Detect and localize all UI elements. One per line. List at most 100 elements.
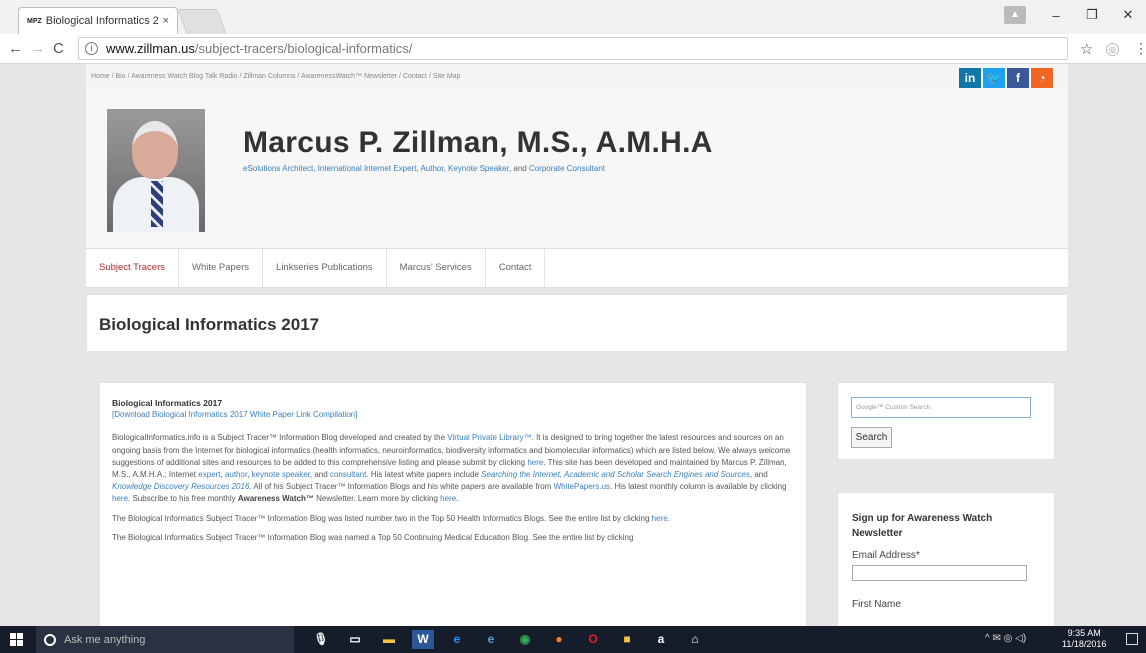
store-icon[interactable]: ⌂	[684, 630, 706, 649]
white-paper-link-knowledge[interactable]: Knowledge Discovery Resources 2016	[112, 482, 249, 491]
browser-tab-bar: MPZ Biological Informatics 20 × ▲ – ❐ ✕	[0, 0, 1146, 34]
virtual-private-library-link[interactable]: Virtual Private Library™	[447, 433, 531, 442]
text: . Subscribe to his free monthly	[128, 494, 238, 504]
cortana-search-box[interactable]: Ask me anything	[36, 626, 294, 653]
new-tab-button[interactable]	[177, 9, 227, 34]
web-page: Home / Bio / Awareness Watch Blog Talk R…	[0, 64, 1146, 626]
taskbar-clock[interactable]: 9:35 AM 11/18/2016	[1062, 628, 1106, 650]
nav-contact[interactable]: Contact	[486, 249, 546, 287]
system-tray-icons[interactable]: ^ ✉ ◎ ◁)	[985, 633, 1026, 644]
microphone-icon[interactable]: 🎙	[310, 630, 332, 649]
minimize-button[interactable]: –	[1038, 8, 1074, 23]
chrome-icon[interactable]: ◉	[514, 630, 536, 649]
text: .	[667, 513, 670, 523]
search-widget: Google™ Custom Search Search	[837, 382, 1055, 460]
cortana-placeholder: Ask me anything	[64, 633, 146, 646]
url-path: /subject-tracers/biological-informatics/	[194, 41, 413, 56]
word-icon[interactable]: W	[412, 630, 434, 649]
clock-time: 9:35 AM	[1067, 628, 1101, 638]
social-icons: in 🐦 f ◔	[959, 68, 1053, 88]
tagline-and: and	[511, 164, 529, 173]
forward-arrow-icon[interactable]: →	[30, 40, 45, 57]
favicon-icon: MPZ	[27, 17, 42, 25]
top-nav-links[interactable]: Home / Bio / Awareness Watch Blog Talk R…	[91, 73, 460, 80]
author-photo	[107, 109, 205, 232]
submit-here-link[interactable]: here	[527, 458, 543, 467]
menu-dots-icon[interactable]: ⋮	[1134, 40, 1146, 57]
text: Newsletter. Learn more by clicking	[313, 494, 441, 504]
facebook-icon[interactable]: f	[1007, 68, 1029, 88]
cme-paragraph: The Biological Informatics Subject Trace…	[112, 532, 634, 542]
tagline-part1[interactable]: eSolutions Architect, International Inte…	[243, 164, 511, 173]
extension-icon[interactable]: ◎	[1106, 43, 1119, 56]
windows-start-icon[interactable]	[10, 633, 23, 646]
user-profile-icon[interactable]: ▲	[1004, 6, 1026, 24]
nav-linkseries-publications[interactable]: Linkseries Publications	[263, 249, 387, 287]
restore-button[interactable]: ❐	[1074, 7, 1110, 23]
text: . His latest white papers include	[366, 470, 482, 480]
article-content: Biological Informatics 2017 [Download Bi…	[99, 382, 807, 626]
custom-search-input[interactable]: Google™ Custom Search	[851, 397, 1031, 418]
nav-white-papers[interactable]: White Papers	[179, 249, 264, 287]
text: , and	[309, 470, 330, 480]
task-view-icon[interactable]: ▭	[344, 630, 366, 649]
info-icon[interactable]: i	[85, 42, 98, 55]
top-50-list-link[interactable]: here	[652, 514, 668, 523]
twitter-icon[interactable]: 🐦	[983, 68, 1005, 88]
bookmark-star-icon[interactable]: ☆	[1080, 40, 1093, 58]
cortana-icon	[44, 633, 56, 646]
site-title[interactable]: Marcus P. Zillman, M.S., A.M.H.A	[243, 126, 713, 160]
tagline-part2[interactable]: Corporate Consultant	[529, 164, 605, 173]
text: . All of his Subject Tracer™ Information…	[249, 482, 554, 492]
consultant-link[interactable]: consultant	[330, 470, 366, 479]
text: .	[456, 494, 459, 504]
edge-icon[interactable]: e	[446, 630, 468, 649]
windows-taskbar: Ask me anything 🎙 ▭ ▬ W e e ◉ ● O ■ a ⌂ …	[0, 626, 1146, 653]
text: BiologicalInformatics.info is a Subject …	[112, 433, 448, 443]
ranking-paragraph: The Biological Informatics Subject Trace…	[112, 513, 794, 525]
whitepapers-us-link[interactable]: WhitePapers.us	[554, 482, 610, 491]
download-link[interactable]: [Download Biological Informatics 2017 Wh…	[112, 409, 794, 421]
white-paper-link-searching[interactable]: Searching the Internet, Academic and Sch…	[481, 470, 750, 479]
reload-icon[interactable]: C	[53, 40, 64, 57]
intro-paragraph: BiologicalInformatics.info is a Subject …	[112, 432, 794, 505]
article-heading: Biological Informatics 2017	[112, 398, 223, 408]
clock-date: 11/18/2016	[1062, 639, 1107, 649]
address-bar[interactable]: i www.zillman.us/subject-tracers/biologi…	[78, 37, 1068, 60]
nav-subject-tracers[interactable]: Subject Tracers	[86, 249, 179, 287]
awareness-watch-text: Awareness Watch™	[237, 494, 314, 504]
tab-title: Biological Informatics 20	[45, 15, 159, 27]
internet-explorer-icon[interactable]: e	[480, 630, 502, 649]
linkedin-icon[interactable]: in	[959, 68, 981, 88]
back-arrow-icon[interactable]: ←	[8, 40, 23, 57]
text: . His latest monthly column is available…	[610, 482, 787, 492]
search-button[interactable]: Search	[851, 427, 892, 448]
taskbar-apps: 🎙 ▭ ▬ W e e ◉ ● O ■ a ⌂	[310, 630, 706, 649]
rss-icon[interactable]: ◔	[1031, 68, 1053, 88]
window-controls: – ❐ ✕	[1038, 0, 1146, 30]
file-explorer-icon[interactable]: ▬	[378, 630, 400, 649]
browser-tab[interactable]: MPZ Biological Informatics 20 ×	[18, 7, 178, 34]
monthly-column-link[interactable]: here	[112, 494, 128, 503]
amazon-icon[interactable]: a	[650, 630, 672, 649]
app-icon[interactable]: ■	[616, 630, 638, 649]
main-navigation: Subject Tracers White Papers Linkseries …	[86, 248, 1068, 288]
nav-marcus-services[interactable]: Marcus' Services	[387, 249, 486, 287]
top-navigation: Home / Bio / Awareness Watch Blog Talk R…	[86, 64, 1068, 88]
email-field[interactable]	[852, 565, 1027, 581]
browser-toolbar: ← → C i www.zillman.us/subject-tracers/b…	[0, 34, 1146, 64]
page-title-box: Biological Informatics 2017	[86, 294, 1068, 352]
tab-close-icon[interactable]: ×	[163, 15, 169, 27]
expert-link[interactable]: expert	[198, 470, 220, 479]
firefox-icon[interactable]: ●	[548, 630, 570, 649]
close-window-button[interactable]: ✕	[1110, 7, 1146, 23]
email-label: Email Address*	[852, 550, 920, 561]
notification-icon[interactable]	[1126, 633, 1138, 645]
first-name-label: First Name	[852, 599, 901, 610]
learn-more-link[interactable]: here	[440, 494, 456, 503]
text: , and	[749, 470, 768, 480]
keynote-speaker-link[interactable]: keynote speaker	[252, 470, 310, 479]
author-link[interactable]: author	[225, 470, 247, 479]
url-host: www.zillman.us	[106, 41, 195, 56]
opera-icon[interactable]: O	[582, 630, 604, 649]
